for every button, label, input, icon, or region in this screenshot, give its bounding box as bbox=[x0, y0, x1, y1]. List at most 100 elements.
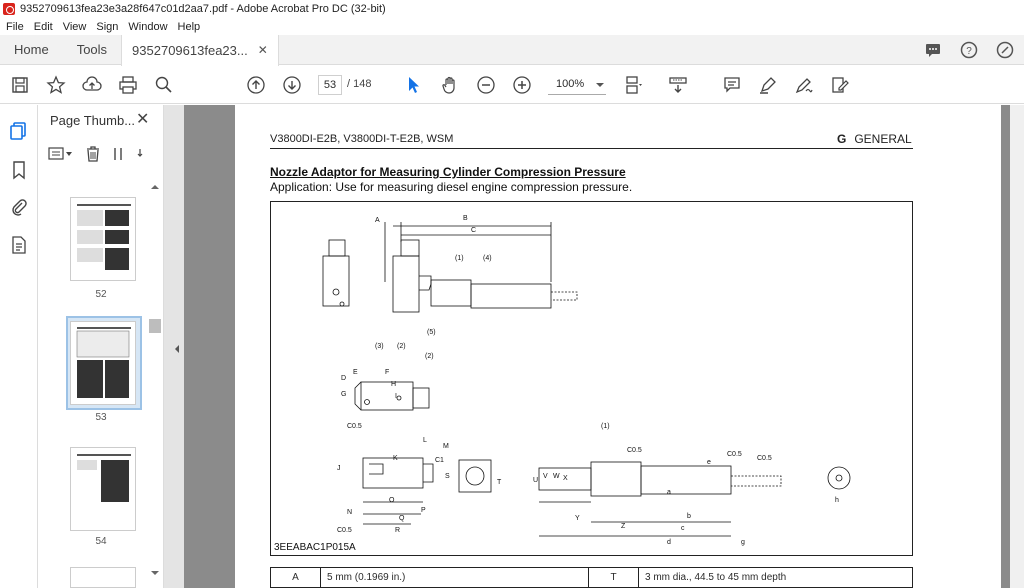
menu-view[interactable]: View bbox=[63, 21, 87, 33]
label-I: I bbox=[395, 393, 397, 400]
label-Z: Z bbox=[621, 523, 626, 530]
menu-help[interactable]: Help bbox=[178, 21, 201, 33]
page-thumbnail-54[interactable] bbox=[70, 447, 136, 531]
menu-window[interactable]: Window bbox=[128, 21, 167, 33]
page-number-input[interactable]: 53 bbox=[318, 75, 342, 95]
label-A: A bbox=[375, 217, 380, 224]
save-icon[interactable] bbox=[9, 74, 31, 96]
menu-edit[interactable]: Edit bbox=[34, 21, 53, 33]
more-tools-icon[interactable] bbox=[136, 145, 144, 163]
label-g: g bbox=[741, 539, 745, 546]
add-comment-icon[interactable] bbox=[721, 74, 743, 96]
scroll-down-icon[interactable] bbox=[151, 571, 159, 579]
page-total: / 148 bbox=[347, 78, 372, 90]
tab-document-label: 9352709613fea23... bbox=[132, 42, 248, 58]
highlight-pen-icon[interactable] bbox=[757, 74, 779, 96]
attachments-icon[interactable] bbox=[9, 197, 29, 217]
tab-home[interactable]: Home bbox=[0, 35, 63, 65]
panel-title: Page Thumb... bbox=[50, 113, 136, 128]
page-layout-icon[interactable] bbox=[623, 74, 645, 96]
document-properties-icon[interactable] bbox=[9, 235, 29, 255]
table-row: A 5 mm (0.1969 in.) T 3 mm dia., 44.5 to… bbox=[270, 567, 913, 588]
tab-document[interactable]: 9352709613fea23... ✕ bbox=[121, 34, 279, 66]
zoom-out-icon[interactable] bbox=[475, 74, 497, 96]
scroll-mode-icon[interactable] bbox=[667, 74, 689, 96]
select-cursor-icon[interactable] bbox=[403, 74, 425, 96]
label-part-3: (3) bbox=[375, 343, 384, 350]
spec-value: 5 mm (0.1969 in.) bbox=[320, 567, 589, 588]
label-part-1: (1) bbox=[455, 255, 464, 262]
account-icon[interactable] bbox=[996, 41, 1014, 59]
thumbnail-label-52: 52 bbox=[95, 289, 107, 300]
close-panel-icon[interactable]: ✕ bbox=[136, 109, 149, 129]
scrollbar-thumb[interactable] bbox=[149, 319, 161, 333]
nozzle-adaptor-drawing: A B C (1) (4) (3) (2) (5) (2) D E F G H … bbox=[322, 215, 851, 546]
label-L: L bbox=[423, 437, 427, 444]
page-thumbnail-55[interactable] bbox=[70, 567, 136, 588]
hand-tool-icon[interactable] bbox=[439, 74, 461, 96]
label-C05-d: C0.5 bbox=[727, 451, 742, 458]
figure-code: 3EEABAC1P015A bbox=[274, 542, 356, 553]
collapse-arrow-icon[interactable] bbox=[171, 345, 179, 353]
application-text: Application: Use for measuring diesel en… bbox=[270, 180, 633, 194]
close-tab-icon[interactable]: ✕ bbox=[258, 43, 268, 57]
label-U: U bbox=[533, 477, 538, 484]
fill-sign-icon[interactable] bbox=[829, 74, 851, 96]
label-h: h bbox=[835, 497, 839, 504]
print-icon[interactable] bbox=[117, 74, 139, 96]
page-thumbnail-52[interactable] bbox=[70, 197, 136, 281]
label-V: V bbox=[543, 473, 548, 480]
delete-page-icon[interactable] bbox=[84, 145, 102, 163]
label-E: E bbox=[353, 369, 358, 376]
tab-tools[interactable]: Tools bbox=[63, 35, 121, 65]
label-c: c bbox=[681, 525, 685, 532]
thumbnail-scrollbar[interactable] bbox=[149, 181, 161, 586]
page-thumbnails-icon[interactable] bbox=[9, 121, 29, 141]
spec-value: 3 mm dia., 44.5 to 45 mm depth bbox=[638, 567, 913, 588]
section-title: Nozzle Adaptor for Measuring Cylinder Co… bbox=[270, 165, 626, 179]
comment-icon[interactable] bbox=[924, 41, 942, 59]
label-T: T bbox=[497, 479, 502, 486]
page-thumbnail-53[interactable] bbox=[70, 321, 136, 405]
next-page-icon[interactable] bbox=[281, 74, 303, 96]
bookmark-star-icon[interactable] bbox=[45, 74, 67, 96]
label-H: H bbox=[391, 381, 396, 388]
tab-bar: Home Tools 9352709613fea23... ✕ ? bbox=[0, 34, 1024, 66]
document-viewer: V3800DI-E2B, V3800DI-T-E2B, WSM G GENERAL… bbox=[184, 105, 1024, 588]
help-icon[interactable]: ? bbox=[960, 41, 978, 59]
panel-collapse-handle[interactable] bbox=[164, 105, 184, 588]
label-M: M bbox=[443, 443, 449, 450]
thumbnail-preview bbox=[77, 454, 131, 502]
label-a: a bbox=[667, 489, 671, 496]
header-rule bbox=[270, 148, 913, 149]
label-part-5: (5) bbox=[427, 329, 436, 336]
document-scrollbar[interactable] bbox=[1010, 105, 1024, 588]
thumbnail-preview bbox=[77, 204, 131, 270]
window-title: 9352709613fea23e3a28f647c01d2aa7.pdf - A… bbox=[20, 3, 386, 15]
page-header-section: G GENERAL bbox=[837, 132, 912, 146]
draw-sign-icon[interactable] bbox=[793, 74, 815, 96]
menu-file[interactable]: File bbox=[6, 21, 24, 33]
bookmarks-icon[interactable] bbox=[9, 160, 29, 180]
zoom-select[interactable]: 100% bbox=[548, 75, 606, 95]
thumbnails-panel: Page Thumb... ✕ 52 53 54 bbox=[38, 105, 164, 588]
technical-drawing: A B C (1) (4) (3) (2) (5) (2) D E F G H … bbox=[270, 201, 913, 556]
options-menu-icon[interactable] bbox=[48, 146, 74, 162]
insert-page-icon[interactable] bbox=[112, 145, 126, 163]
zoom-in-icon[interactable] bbox=[511, 74, 533, 96]
label-part-2b: (2) bbox=[425, 353, 434, 360]
upload-cloud-icon[interactable] bbox=[81, 74, 103, 96]
menu-sign[interactable]: Sign bbox=[96, 21, 118, 33]
label-B: B bbox=[463, 215, 468, 222]
pdf-page: V3800DI-E2B, V3800DI-T-E2B, WSM G GENERAL… bbox=[235, 105, 1001, 588]
thumbnail-preview bbox=[76, 327, 131, 398]
prev-page-icon[interactable] bbox=[245, 74, 267, 96]
label-C05-e: C0.5 bbox=[757, 455, 772, 462]
label-R: R bbox=[395, 527, 400, 534]
scroll-up-icon[interactable] bbox=[151, 181, 159, 189]
label-part-1b: (1) bbox=[601, 423, 610, 430]
label-F: F bbox=[385, 369, 389, 376]
pdf-app-icon bbox=[3, 3, 15, 15]
label-P: P bbox=[421, 507, 426, 514]
search-icon[interactable] bbox=[153, 74, 175, 96]
